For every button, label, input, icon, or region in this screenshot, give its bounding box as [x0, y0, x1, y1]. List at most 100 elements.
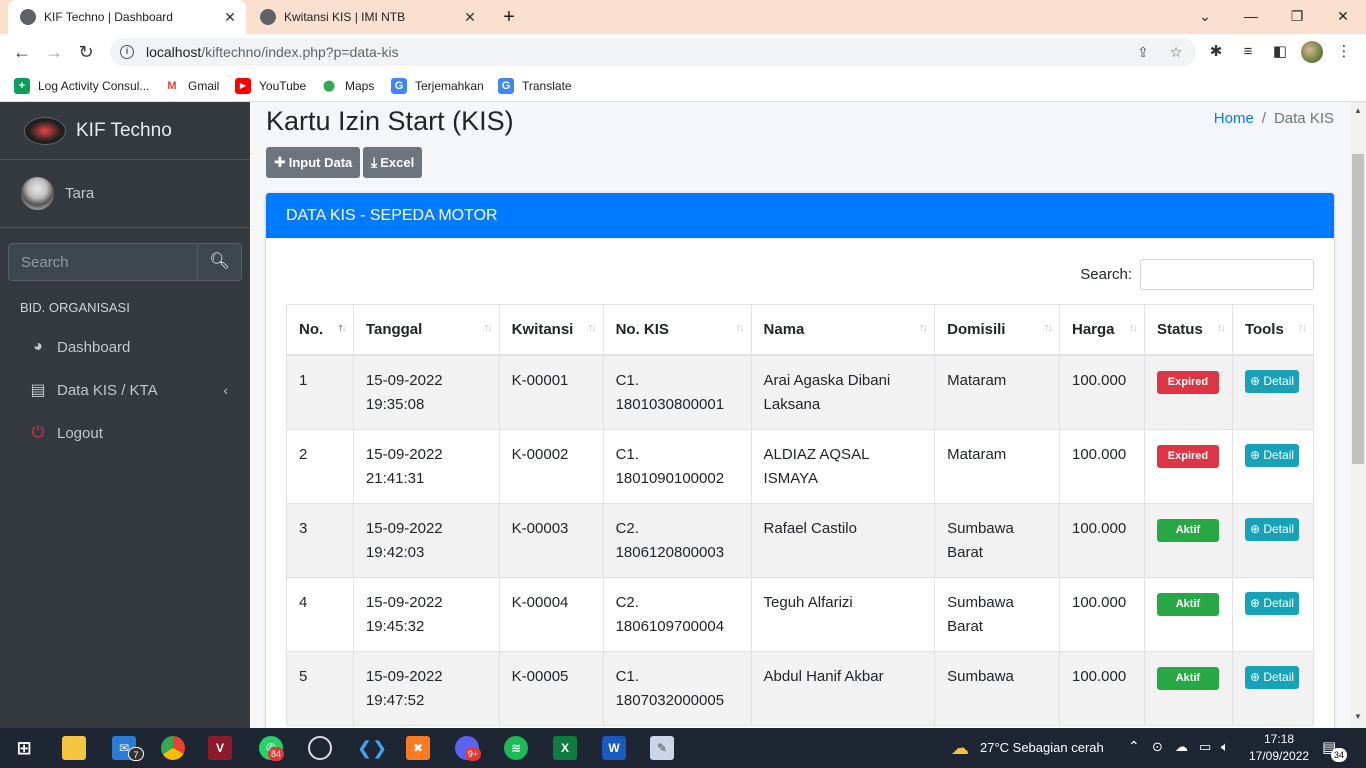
column-header-domisili[interactable]: Domisili ↑↓: [934, 304, 1060, 356]
file-explorer-icon[interactable]: [62, 736, 86, 760]
header-label: Tanggal: [365, 320, 423, 338]
back-button[interactable]: ←: [10, 40, 34, 64]
excel-icon[interactable]: X: [553, 736, 577, 760]
location-icon[interactable]: ⊙: [1152, 739, 1163, 755]
detail-button[interactable]: ⊕ Detail: [1244, 591, 1300, 615]
column-header-tanggal[interactable]: Tanggal ↑↓: [352, 304, 500, 356]
sort-icon: ↑↓: [587, 322, 597, 334]
network-icon[interactable]: ▭: [1199, 739, 1211, 755]
volume-icon[interactable]: 🔈︎: [1221, 739, 1229, 755]
cell-time: 19:47:52: [365, 691, 425, 709]
page-scrollbar[interactable]: ▲ ▼: [1350, 102, 1366, 728]
media-icon[interactable]: ≡: [1238, 42, 1258, 62]
obs-icon[interactable]: [308, 736, 332, 760]
forward-button[interactable]: →: [42, 40, 66, 64]
tab-kwitansi[interactable]: Kwitansi KIS | IMI NTB ✕: [250, 0, 486, 34]
cell-domisili: Sumbawa: [934, 650, 1060, 726]
bookmark-maps[interactable]: ⬤ Maps: [321, 76, 374, 96]
bookmark-star-icon[interactable]: ☆: [1166, 42, 1186, 62]
detail-label: Detail: [1263, 595, 1295, 610]
address-bar[interactable]: i localhost/kiftechno/index.php?p=data-k…: [110, 38, 1196, 66]
column-header-kwitansi[interactable]: Kwitansi ↑↓: [498, 304, 604, 356]
paint-icon[interactable]: ✎: [650, 736, 674, 760]
sidebar-item-logout[interactable]: ⏻ Logout: [8, 413, 242, 453]
close-icon[interactable]: ✕: [222, 9, 238, 25]
xampp-icon[interactable]: ✖: [406, 736, 430, 760]
breadcrumb-home-link[interactable]: Home: [1214, 110, 1254, 127]
profile-avatar[interactable]: [1301, 41, 1323, 63]
search-button[interactable]: 🔍︎: [197, 243, 242, 281]
translate-icon: G: [391, 78, 407, 94]
bookmark-log-activity[interactable]: + Log Activity Consul...: [14, 76, 149, 96]
detail-button[interactable]: ⊕ Detail: [1244, 665, 1300, 689]
info-icon[interactable]: i: [120, 45, 134, 59]
clock-date[interactable]: 17/09/2022: [1249, 749, 1309, 763]
new-tab-button[interactable]: +: [498, 6, 520, 28]
tab-kif-dashboard[interactable]: KIF Techno | Dashboard ✕: [8, 0, 246, 34]
side-panel-icon[interactable]: ◧: [1270, 42, 1290, 62]
cell-kwitansi: K-00004: [498, 576, 604, 652]
zoom-icon: ⊕: [1249, 595, 1260, 610]
power-icon: ⏻: [31, 424, 45, 441]
input-data-button[interactable]: ✚ Input Data: [266, 147, 361, 178]
cell-tools: ⊕ Detail: [1231, 428, 1315, 504]
minimize-button[interactable]: —: [1236, 4, 1266, 28]
excel-button[interactable]: ⤓ Excel: [363, 147, 423, 178]
table-header-row: No. ↑↓ Tanggal ↑↓ Kwitansi ↑↓ No. KIS ↑↓ Nam…: [286, 304, 1315, 356]
scroll-up-icon[interactable]: ▲: [1350, 106, 1366, 115]
column-header-nama[interactable]: Nama ↑↓: [750, 304, 936, 356]
brand-link[interactable]: KIF Techno: [0, 102, 250, 160]
windows-start-icon[interactable]: ⊞: [12, 736, 36, 760]
close-window-button[interactable]: ✕: [1328, 4, 1358, 28]
bookmark-youtube[interactable]: ▶ YouTube: [235, 76, 306, 96]
zoom-icon: ⊕: [1249, 447, 1260, 462]
column-header-tools[interactable]: Tools ↑↓: [1231, 304, 1315, 356]
column-header-harga[interactable]: Harga ↑↓: [1058, 304, 1145, 356]
bookmark-gmail[interactable]: M Gmail: [164, 76, 219, 96]
close-icon[interactable]: ✕: [462, 9, 478, 25]
chrome-icon[interactable]: [161, 736, 185, 760]
bookmark-terjemahkan[interactable]: G Terjemahkan: [391, 76, 484, 96]
column-header-no[interactable]: No. ↑↓: [286, 304, 354, 356]
extensions-icon[interactable]: ✱: [1206, 42, 1226, 62]
clock-time[interactable]: 17:18: [1264, 732, 1294, 746]
sidebar: KIF Techno Tara 🔍︎ BID. ORGANISASI ◕ Das…: [0, 102, 250, 728]
scroll-down-icon[interactable]: ▼: [1350, 712, 1366, 721]
vscode-icon[interactable]: ❮❯: [357, 736, 387, 760]
reload-button[interactable]: ↻: [74, 40, 98, 64]
restore-button[interactable]: ❐: [1282, 4, 1312, 28]
bookmark-translate[interactable]: G Translate: [498, 76, 572, 96]
detail-button[interactable]: ⊕ Detail: [1244, 443, 1300, 467]
menu-icon[interactable]: ⋮: [1334, 42, 1354, 62]
chevron-up-icon[interactable]: ⌃: [1128, 738, 1140, 755]
sidebar-item-dashboard[interactable]: ◕ Dashboard: [8, 327, 242, 367]
cell-time: 21:41:31: [365, 469, 425, 487]
cell-nama: ALDIAZ AQSAL ISMAYA: [750, 428, 936, 504]
kis-number: 1807032000005: [615, 691, 725, 709]
spotify-icon[interactable]: ≋: [504, 736, 528, 760]
weather-text[interactable]: 27°C Sebagian cerah: [980, 740, 1104, 755]
cell-status: Aktif: [1143, 650, 1233, 726]
tab-title: Kwitansi KIS | IMI NTB: [284, 10, 406, 24]
globe-icon: [260, 9, 276, 25]
table-search-input[interactable]: [1140, 259, 1314, 290]
user-name[interactable]: Tara: [65, 185, 94, 202]
sidebar-item-data-kis[interactable]: ▤ Data KIS / KTA ‹: [8, 370, 242, 410]
valorant-icon[interactable]: V: [208, 736, 232, 760]
onedrive-icon[interactable]: ☁: [1175, 739, 1188, 755]
sidebar-search-input[interactable]: [8, 243, 197, 281]
detail-button[interactable]: ⊕ Detail: [1244, 369, 1300, 393]
column-header-status[interactable]: Status ↑↓: [1143, 304, 1233, 356]
whatsapp-badge: 84: [268, 747, 284, 761]
column-header-no-kis[interactable]: No. KIS ↑↓: [602, 304, 752, 356]
share-icon[interactable]: ⇪: [1133, 42, 1153, 62]
weather-icon[interactable]: ☁: [948, 736, 972, 760]
url-text: localhost/kiftechno/index.php?p=data-kis: [146, 44, 399, 60]
scrollbar-thumb[interactable]: [1352, 154, 1364, 464]
tab-search-icon[interactable]: ⌄: [1190, 4, 1220, 28]
bookmark-label: YouTube: [259, 79, 307, 93]
bookmarks-bar: + Log Activity Consul... M Gmail ▶ YouTube …: [0, 70, 1366, 102]
word-icon[interactable]: W: [602, 736, 626, 760]
detail-button[interactable]: ⊕ Detail: [1244, 517, 1300, 541]
header-label: No. KIS: [615, 320, 669, 338]
